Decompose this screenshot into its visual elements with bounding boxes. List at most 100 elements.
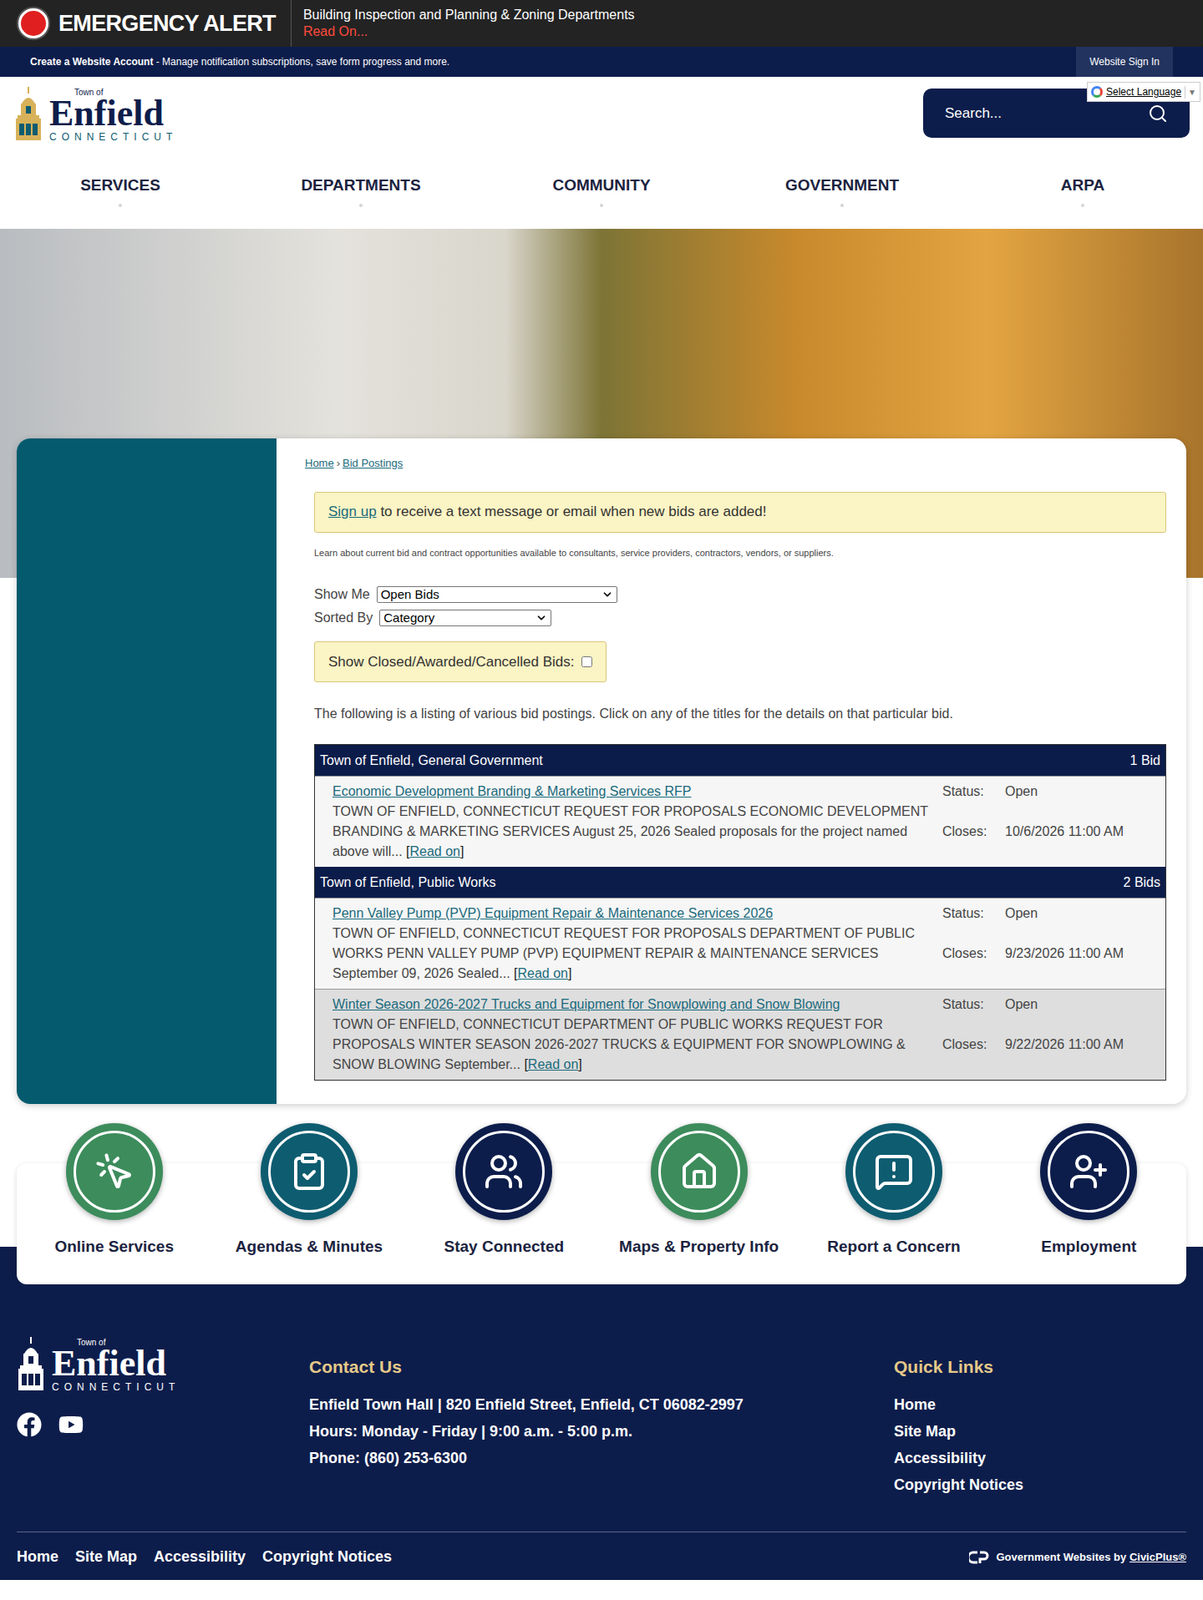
- show-closed-box: Show Closed/Awarded/Cancelled Bids:: [314, 641, 607, 683]
- logo-small-text: Town of: [74, 88, 103, 97]
- quick-link-icon: [1068, 1152, 1109, 1193]
- main-nav: SERVICESDEPARTMENTSCOMMUNITYGOVERNMENTAR…: [0, 175, 1203, 229]
- breadcrumb-link[interactable]: Home: [304, 455, 335, 473]
- bid-count: 1 Bid: [1130, 751, 1161, 772]
- contact-line: Enfield Town Hall | 820 Enfield Street, …: [309, 1391, 894, 1419]
- bid-row: Economic Development Branding & Marketin…: [314, 776, 1166, 868]
- contact-info: Contact UsEnfield Town Hall | 820 Enfiel…: [309, 1337, 894, 1500]
- quick-link-icon: [94, 1152, 135, 1193]
- select-dropdown[interactable]: Open Bids: [376, 586, 618, 604]
- content-card: Home›Bid PostingsSign up to receive a te…: [16, 438, 1187, 1105]
- nav-item[interactable]: DEPARTMENTS: [240, 175, 482, 208]
- show-closed-checkbox[interactable]: [581, 656, 593, 668]
- language-selector[interactable]: Select Language▼: [1086, 81, 1201, 102]
- quick-links-section: Online ServicesAgendas & MinutesStay Con…: [0, 1104, 1203, 1285]
- bid-title-link[interactable]: Winter Season 2026-2027 Trucks and Equip…: [332, 994, 938, 1016]
- quick-link-icon: [873, 1152, 914, 1193]
- emergency-alert-bar: EMERGENCY ALERT Building Inspection and P…: [0, 0, 1203, 47]
- account-bar: Create a Website Account - Manage notifi…: [0, 46, 1203, 77]
- bid-status: Status:OpenCloses:9/22/2026 11:00 AM: [942, 994, 1124, 1076]
- site-header: Town ofEnfieldCONNECTICUTSearch...SERVIC…: [0, 76, 1203, 229]
- filters: Show MeOpen BidsSorted ByCategory: [314, 584, 1167, 629]
- bid-title-link[interactable]: Economic Development Branding & Marketin…: [332, 781, 938, 802]
- logo-state: CONNECTICUT: [49, 131, 178, 143]
- nav-dot: [359, 203, 363, 208]
- sidebar: [16, 438, 277, 1105]
- youtube-icon[interactable]: [58, 1412, 84, 1438]
- logo-small-text: Town of: [76, 1339, 106, 1348]
- nav-item[interactable]: ARPA: [962, 175, 1203, 208]
- bid-row: Penn Valley Pump (PVP) Equipment Repair …: [314, 898, 1166, 990]
- nav-dot: [118, 203, 122, 208]
- language-label: Select Language: [1106, 84, 1182, 100]
- bid-category: Town of Enfield, Public Works2 Bids Penn …: [314, 867, 1166, 1081]
- contact-line: Phone: (860) 253-6300: [309, 1445, 894, 1473]
- quick-link[interactable]: Employment: [991, 1123, 1187, 1260]
- select-value: Category: [383, 610, 435, 626]
- nav-item[interactable]: GOVERNMENT: [721, 175, 963, 208]
- footer-link[interactable]: Accessibility: [893, 1445, 1187, 1473]
- footer-link[interactable]: Site Map: [893, 1418, 1187, 1446]
- civicplus-link[interactable]: CivicPlus®: [1129, 1551, 1187, 1564]
- quick-link[interactable]: Stay Connected: [406, 1123, 602, 1260]
- footer-quick-links: Quick LinksHomeSite MapAccessibilityCopy…: [893, 1337, 1187, 1500]
- chevron-down-icon: [601, 588, 614, 601]
- town-logo[interactable]: Town ofEnfieldCONNECTICUT: [16, 1337, 310, 1393]
- site-footer: Town ofEnfieldCONNECTICUTContact UsEnfie…: [0, 1284, 1203, 1582]
- bottom-link[interactable]: Copyright Notices: [262, 1546, 392, 1569]
- alert-icon: [18, 8, 49, 39]
- signup-banner: Sign up to receive a text message or ema…: [314, 492, 1167, 533]
- chevron-down-icon: [535, 612, 548, 625]
- town-logo[interactable]: Town ofEnfieldCONNECTICUT: [14, 86, 178, 143]
- signup-link[interactable]: Sign up: [328, 503, 377, 520]
- alert-message[interactable]: Building Inspection and Planning & Zonin…: [303, 6, 635, 24]
- town-hall-icon: [14, 86, 43, 143]
- nav-dot: [599, 203, 604, 208]
- quick-link[interactable]: Online Services: [16, 1123, 212, 1260]
- create-account-link[interactable]: Create a Website Account: [30, 55, 153, 68]
- quick-link-icon: [679, 1152, 720, 1193]
- alert-title[interactable]: EMERGENCY ALERT: [58, 6, 276, 41]
- logo-state: CONNECTICUT: [51, 1382, 180, 1393]
- google-icon: [1091, 86, 1103, 98]
- select-dropdown[interactable]: Category: [379, 609, 552, 627]
- quick-link[interactable]: Maps & Property Info: [601, 1123, 797, 1260]
- account-bar-text: - Manage notification subscriptions, sav…: [152, 55, 450, 68]
- nav-item[interactable]: SERVICES: [0, 175, 241, 208]
- town-hall-icon: [16, 1337, 46, 1393]
- bid-title-link[interactable]: Penn Valley Pump (PVP) Equipment Repair …: [332, 903, 938, 924]
- alert-read-on[interactable]: Read On...: [303, 23, 635, 41]
- bid-status: Status:OpenCloses:9/23/2026 11:00 AM: [942, 903, 1124, 985]
- listing-note: The following is a listing of various bi…: [314, 704, 1167, 725]
- logo-name: Enfield: [49, 96, 178, 131]
- read-on-link[interactable]: [Read on]: [513, 966, 572, 981]
- page: EMERGENCY ALERT Building Inspection and P…: [0, 0, 1203, 1581]
- quick-link[interactable]: Agendas & Minutes: [211, 1123, 407, 1260]
- bid-count: 2 Bids: [1123, 873, 1161, 894]
- bid-row: Winter Season 2026-2027 Trucks and Equip…: [314, 989, 1166, 1081]
- footer-link[interactable]: Home: [893, 1391, 1187, 1419]
- bottom-link[interactable]: Site Map: [75, 1546, 138, 1569]
- intro-text: Learn about current bid and contract opp…: [314, 546, 1167, 561]
- contact-line: Hours: Monday - Friday | 9:00 a.m. - 5:0…: [309, 1418, 894, 1446]
- nav-item[interactable]: COMMUNITY: [481, 175, 722, 208]
- bottom-link[interactable]: Home: [16, 1546, 59, 1569]
- select-value: Open Bids: [380, 587, 440, 603]
- bid-excerpt: TOWN OF ENFIELD, CONNECTICUT DEPARTMENT …: [332, 1015, 938, 1076]
- facebook-icon[interactable]: [16, 1412, 42, 1438]
- bottom-link[interactable]: Accessibility: [153, 1546, 246, 1569]
- footer-bottom: Home Site Map Accessibility Copyright Notic…: [16, 1532, 1187, 1581]
- breadcrumb-link[interactable]: Bid Postings: [342, 455, 403, 473]
- civicplus-icon: [969, 1551, 990, 1565]
- bid-excerpt: TOWN OF ENFIELD, CONNECTICUT REQUEST FOR…: [332, 923, 938, 985]
- read-on-link[interactable]: [Read on]: [523, 1057, 582, 1072]
- read-on-link[interactable]: [Read on]: [406, 844, 464, 859]
- category-header: Town of Enfield, Public Works2 Bids: [314, 867, 1166, 899]
- search-icon: [1147, 103, 1168, 124]
- quick-link-icon: [289, 1152, 330, 1193]
- quick-link[interactable]: Report a Concern: [796, 1123, 991, 1260]
- category-header: Town of Enfield, General Government1 Bid: [314, 745, 1166, 777]
- bid-excerpt: TOWN OF ENFIELD, CONNECTICUT REQUEST FOR…: [332, 802, 938, 863]
- sign-in-button[interactable]: Website Sign In: [1076, 46, 1173, 77]
- footer-link[interactable]: Copyright Notices: [893, 1472, 1187, 1499]
